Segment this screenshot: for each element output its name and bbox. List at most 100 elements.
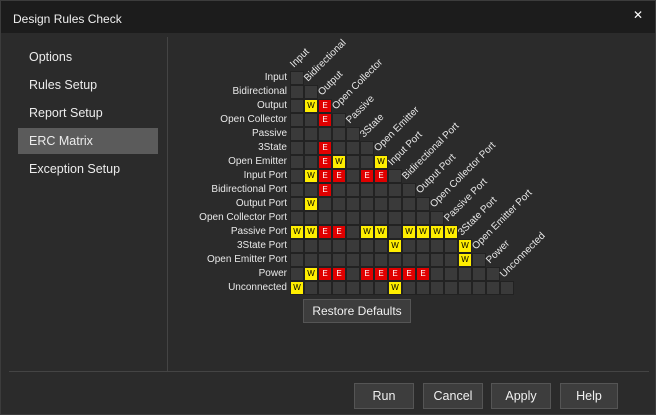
matrix-cell[interactable] (332, 253, 346, 267)
matrix-cell[interactable] (374, 239, 388, 253)
matrix-cell[interactable] (360, 197, 374, 211)
matrix-cell[interactable] (374, 211, 388, 225)
matrix-cell[interactable]: W (304, 197, 318, 211)
matrix-cell[interactable]: W (388, 239, 402, 253)
matrix-cell[interactable] (318, 253, 332, 267)
matrix-cell[interactable]: E (318, 113, 332, 127)
sidebar-item-erc-matrix[interactable]: ERC Matrix (18, 128, 158, 154)
matrix-cell[interactable] (402, 183, 416, 197)
matrix-cell[interactable] (486, 267, 500, 281)
matrix-cell[interactable]: W (374, 225, 388, 239)
matrix-cell[interactable]: W (402, 225, 416, 239)
run-button[interactable]: Run (354, 383, 414, 409)
sidebar-item-rules-setup[interactable]: Rules Setup (18, 72, 158, 98)
matrix-cell[interactable]: E (416, 267, 430, 281)
matrix-cell[interactable]: E (332, 225, 346, 239)
matrix-cell[interactable] (472, 281, 486, 295)
matrix-cell[interactable] (346, 197, 360, 211)
matrix-cell[interactable]: W (458, 239, 472, 253)
matrix-cell[interactable] (444, 253, 458, 267)
cancel-button[interactable]: Cancel (423, 383, 483, 409)
matrix-cell[interactable] (416, 281, 430, 295)
matrix-cell[interactable] (346, 225, 360, 239)
matrix-cell[interactable] (402, 197, 416, 211)
matrix-cell[interactable] (290, 169, 304, 183)
matrix-cell[interactable] (388, 197, 402, 211)
matrix-cell[interactable] (360, 141, 374, 155)
close-icon[interactable]: ✕ (629, 6, 647, 24)
matrix-cell[interactable]: W (416, 225, 430, 239)
matrix-cell[interactable]: E (318, 155, 332, 169)
apply-button[interactable]: Apply (491, 383, 551, 409)
restore-defaults-button[interactable]: Restore Defaults (303, 299, 411, 323)
matrix-cell[interactable] (388, 169, 402, 183)
matrix-cell[interactable] (304, 155, 318, 169)
matrix-cell[interactable] (346, 141, 360, 155)
matrix-cell[interactable] (290, 211, 304, 225)
matrix-cell[interactable] (430, 253, 444, 267)
matrix-cell[interactable] (332, 127, 346, 141)
matrix-cell[interactable] (430, 211, 444, 225)
matrix-cell[interactable]: E (332, 169, 346, 183)
matrix-cell[interactable]: E (318, 141, 332, 155)
matrix-cell[interactable] (416, 239, 430, 253)
matrix-cell[interactable]: E (374, 267, 388, 281)
matrix-cell[interactable] (332, 113, 346, 127)
matrix-cell[interactable] (402, 281, 416, 295)
matrix-cell[interactable]: W (444, 225, 458, 239)
matrix-cell[interactable] (360, 155, 374, 169)
matrix-cell[interactable] (444, 281, 458, 295)
matrix-cell[interactable] (304, 239, 318, 253)
matrix-cell[interactable] (304, 113, 318, 127)
matrix-cell[interactable] (388, 211, 402, 225)
matrix-cell[interactable] (290, 71, 304, 85)
matrix-cell[interactable] (332, 211, 346, 225)
matrix-cell[interactable] (346, 211, 360, 225)
matrix-cell[interactable] (430, 281, 444, 295)
matrix-cell[interactable] (304, 211, 318, 225)
matrix-cell[interactable]: E (374, 169, 388, 183)
matrix-cell[interactable] (388, 225, 402, 239)
matrix-cell[interactable] (290, 197, 304, 211)
matrix-cell[interactable] (472, 253, 486, 267)
matrix-cell[interactable] (486, 281, 500, 295)
matrix-cell[interactable] (290, 155, 304, 169)
matrix-cell[interactable] (304, 141, 318, 155)
matrix-cell[interactable]: W (304, 169, 318, 183)
matrix-cell[interactable] (444, 239, 458, 253)
matrix-cell[interactable] (360, 183, 374, 197)
matrix-cell[interactable] (416, 211, 430, 225)
matrix-cell[interactable] (500, 281, 514, 295)
matrix-cell[interactable] (332, 183, 346, 197)
matrix-cell[interactable] (318, 239, 332, 253)
matrix-cell[interactable]: E (318, 169, 332, 183)
matrix-cell[interactable] (290, 239, 304, 253)
matrix-cell[interactable] (332, 197, 346, 211)
matrix-cell[interactable] (402, 239, 416, 253)
matrix-cell[interactable] (458, 267, 472, 281)
matrix-cell[interactable] (290, 141, 304, 155)
matrix-cell[interactable] (290, 127, 304, 141)
matrix-cell[interactable]: W (290, 281, 304, 295)
matrix-cell[interactable] (332, 239, 346, 253)
matrix-cell[interactable] (360, 211, 374, 225)
sidebar-item-options[interactable]: Options (18, 44, 158, 70)
matrix-cell[interactable] (444, 267, 458, 281)
matrix-cell[interactable]: E (360, 267, 374, 281)
matrix-cell[interactable] (346, 267, 360, 281)
matrix-cell[interactable] (318, 281, 332, 295)
matrix-cell[interactable]: E (360, 169, 374, 183)
matrix-cell[interactable]: W (304, 99, 318, 113)
matrix-cell[interactable]: E (318, 99, 332, 113)
matrix-cell[interactable] (346, 127, 360, 141)
matrix-cell[interactable]: W (374, 155, 388, 169)
sidebar-item-exception-setup[interactable]: Exception Setup (18, 156, 158, 182)
matrix-cell[interactable] (332, 281, 346, 295)
matrix-cell[interactable] (332, 141, 346, 155)
help-button[interactable]: Help (560, 383, 618, 409)
matrix-cell[interactable] (360, 253, 374, 267)
matrix-cell[interactable] (402, 211, 416, 225)
matrix-cell[interactable]: E (318, 225, 332, 239)
matrix-cell[interactable] (430, 267, 444, 281)
matrix-cell[interactable] (346, 169, 360, 183)
